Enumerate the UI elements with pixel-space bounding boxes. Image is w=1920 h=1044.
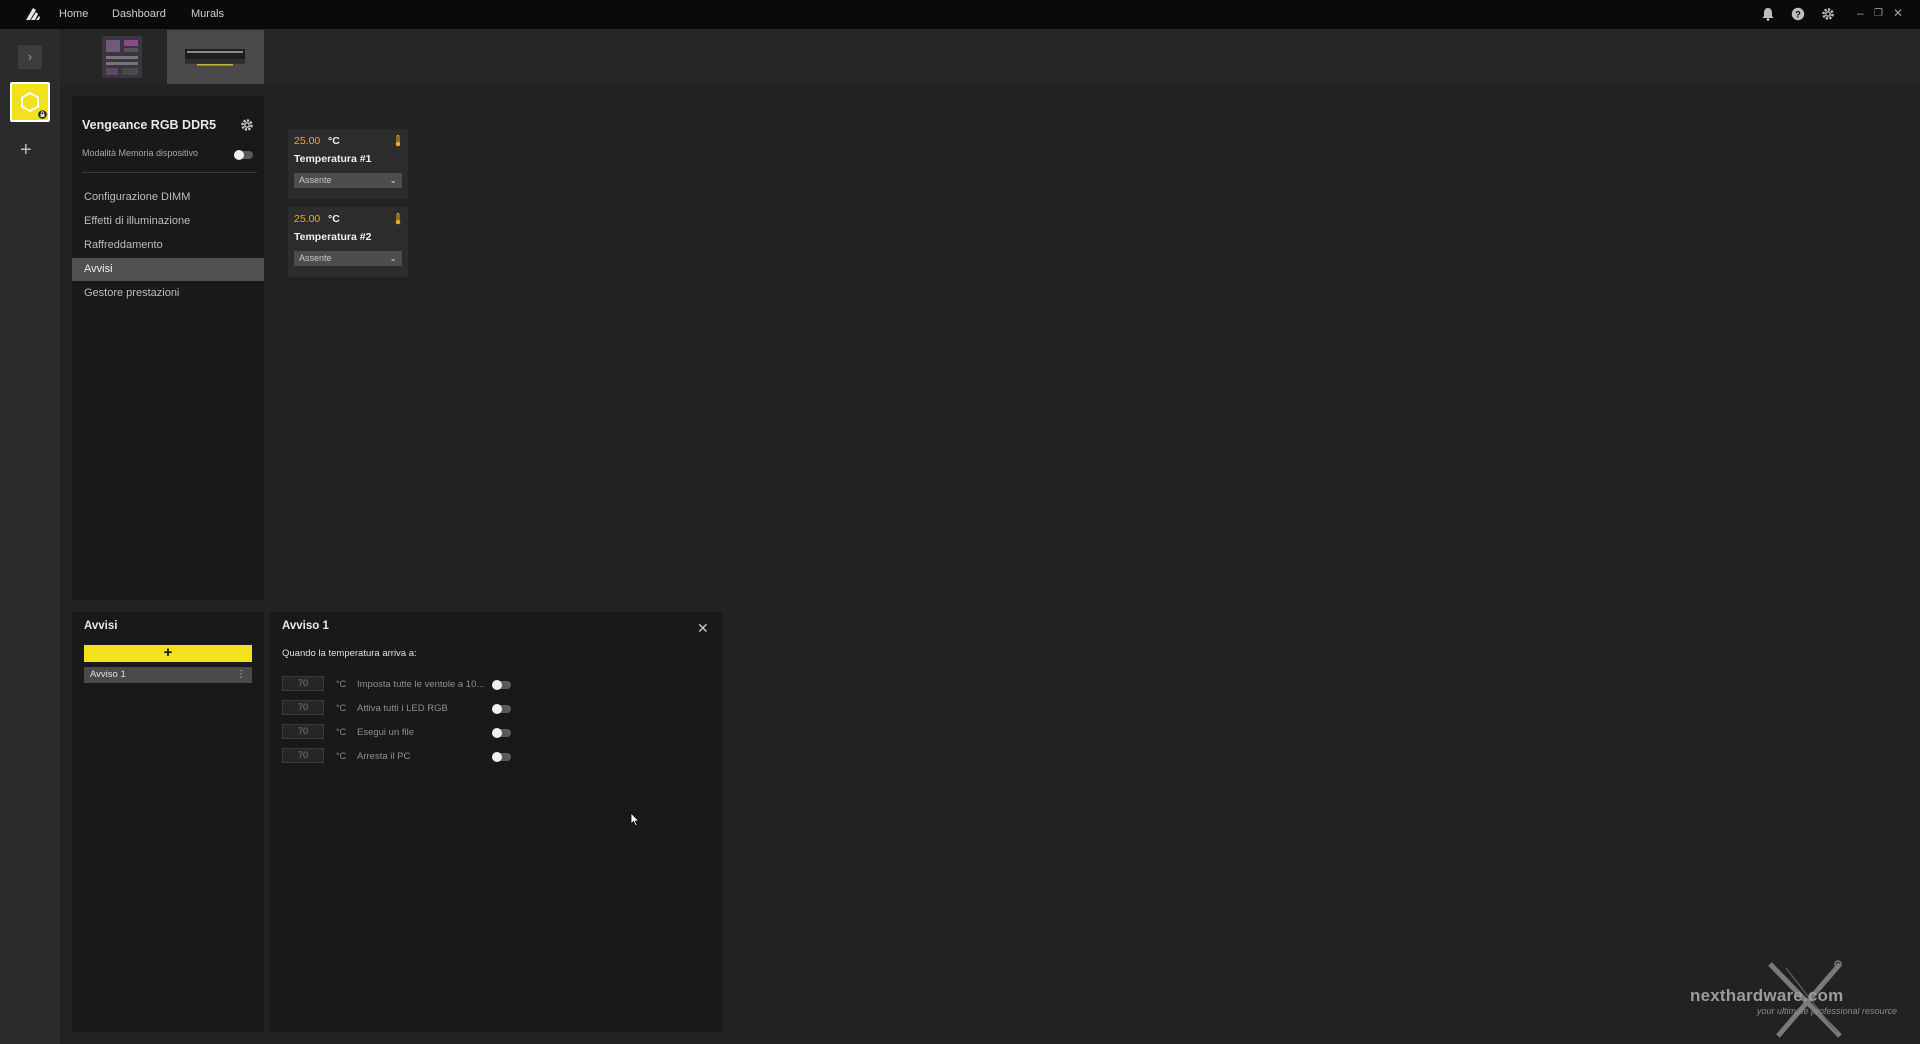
alert-action-label: Arresta il PC [357, 751, 411, 762]
alert-list-item[interactable]: Avviso 1 ⋮ [84, 667, 252, 683]
close-icon[interactable]: ✕ [697, 620, 709, 637]
sensor-source-value: Assente [299, 253, 332, 263]
device-strip [60, 29, 1920, 83]
more-options-icon[interactable]: ⋮ [236, 667, 246, 683]
motherboard-thumbnail[interactable] [84, 30, 162, 84]
thermometer-icon [395, 135, 401, 147]
temperature-value: 25.00 [294, 135, 321, 147]
add-device-button[interactable]: + [20, 140, 32, 160]
threshold-input[interactable]: 70 [282, 748, 324, 763]
temperature-value: 25.00 [294, 213, 321, 225]
device-title: Vengeance RGB DDR5 [82, 118, 217, 132]
nav-murals[interactable]: Murals [191, 8, 224, 20]
threshold-unit: °C [336, 751, 347, 761]
nav-home[interactable]: Home [59, 8, 88, 20]
threshold-input[interactable]: 70 [282, 700, 324, 715]
alert-action-toggle[interactable] [492, 704, 511, 714]
sensor-source-value: Assente [299, 175, 332, 185]
alert-action-label: Attiva tutti i LED RGB [357, 703, 448, 714]
alert-item-label: Avviso 1 [90, 669, 126, 680]
threshold-unit: °C [336, 727, 347, 737]
chevron-down-icon: ⌄ [389, 253, 397, 263]
corsair-logo-icon [26, 8, 40, 20]
svg-text:?: ? [1795, 9, 1801, 19]
menu-item-lighting-effects[interactable]: Effetti di illuminazione [72, 210, 264, 233]
alert-condition-label: Quando la temperatura arriva a: [282, 648, 417, 659]
add-alert-button[interactable]: + [84, 645, 252, 662]
gear-icon[interactable] [1821, 7, 1835, 21]
sensor-name: Temperatura #1 [294, 153, 372, 165]
ram-thumbnail[interactable] [167, 30, 264, 84]
temperature-unit: °C [328, 135, 340, 147]
menu-item-alerts[interactable]: Avvisi [72, 258, 264, 281]
ram-module-image [185, 49, 245, 66]
device-profile-button[interactable] [10, 82, 50, 122]
title-bar: Home Dashboard Murals ? – ❐ ✕ [0, 0, 1920, 29]
watermark-tagline: your ultimate professional resource [1757, 1006, 1898, 1016]
temperature-card-2: 25.00 °C Temperatura #2 Assente ⌄ [288, 207, 408, 277]
alert-action-label: Imposta tutte le ventole a 10... [357, 679, 485, 690]
memory-mode-toggle[interactable] [234, 150, 253, 160]
sensor-name: Temperatura #2 [294, 231, 372, 243]
motherboard-image [102, 36, 142, 78]
sensor-source-select[interactable]: Assente ⌄ [294, 173, 402, 188]
menu-item-dimm-config[interactable]: Configurazione DIMM [72, 186, 264, 209]
bell-icon[interactable] [1761, 7, 1775, 21]
alert-detail-title: Avviso 1 [282, 620, 329, 632]
restore-button[interactable]: ❐ [1874, 8, 1883, 19]
threshold-input[interactable]: 70 [282, 676, 324, 691]
alert-action-toggle[interactable] [492, 728, 511, 738]
sensor-source-select[interactable]: Assente ⌄ [294, 251, 402, 266]
watermark-text: nexthardware.com [1690, 986, 1844, 1005]
threshold-unit: °C [336, 679, 347, 689]
threshold-input[interactable]: 70 [282, 724, 324, 739]
memory-mode-label: Modalità Memoria dispositivo [82, 148, 199, 158]
menu-item-performance-manager[interactable]: Gestore prestazioni [72, 282, 264, 305]
expand-rail-button[interactable]: › [18, 45, 42, 69]
divider [82, 172, 257, 173]
minimize-button[interactable]: – [1857, 6, 1864, 20]
menu-item-cooling[interactable]: Raffreddamento [72, 234, 264, 257]
alert-action-toggle[interactable] [492, 752, 511, 762]
alert-action-toggle[interactable] [492, 680, 511, 690]
device-settings-gear-icon[interactable] [240, 118, 254, 132]
alert-action-label: Esegui un file [357, 727, 415, 738]
left-rail [0, 29, 60, 1044]
threshold-unit: °C [336, 703, 347, 713]
close-window-button[interactable]: ✕ [1893, 6, 1903, 20]
lock-badge-icon [38, 110, 47, 119]
alerts-panel-title: Avvisi [84, 620, 118, 632]
alert-detail-panel [270, 612, 722, 1032]
nav-dashboard[interactable]: Dashboard [112, 8, 166, 20]
help-icon[interactable]: ? [1791, 7, 1805, 21]
temperature-card-1: 25.00 °C Temperatura #1 Assente ⌄ [288, 129, 408, 199]
mouse-cursor-icon [630, 812, 640, 827]
chevron-down-icon: ⌄ [389, 175, 397, 185]
thermometer-icon [395, 213, 401, 225]
temperature-unit: °C [328, 213, 340, 225]
hexagon-icon [21, 92, 39, 112]
